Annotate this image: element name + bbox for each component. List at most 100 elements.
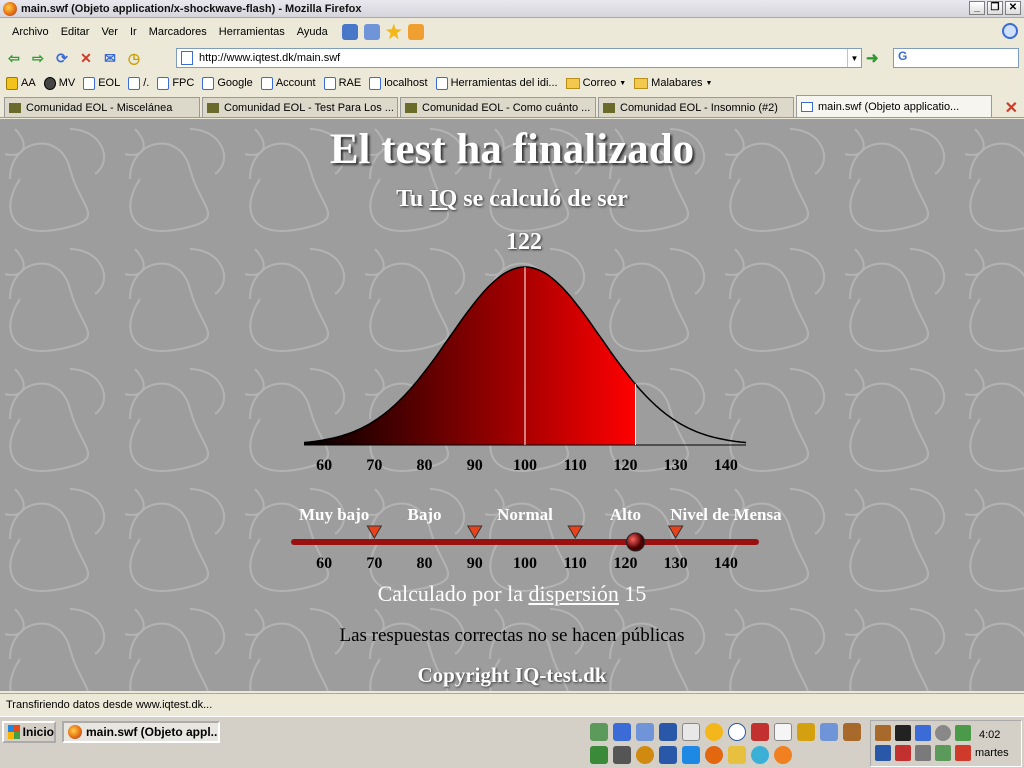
mail-icon[interactable]: ✉ (100, 49, 120, 67)
quicklaunch-app-icon[interactable] (728, 746, 746, 764)
slider-tick-label: 140 (714, 555, 738, 572)
excel-icon[interactable] (590, 746, 608, 764)
taskbar-firefox-window[interactable]: main.swf (Objeto appl... (62, 721, 220, 743)
tray-app-icon[interactable] (915, 745, 931, 761)
tray-app-icon[interactable] (955, 745, 971, 761)
category-boundary-marker (466, 525, 483, 539)
desktop-icon[interactable] (636, 723, 654, 741)
quicklaunch-app-icon[interactable] (797, 723, 815, 741)
reload-icon[interactable]: ⟳ (52, 49, 72, 67)
print-icon[interactable] (341, 23, 358, 40)
menu-editar[interactable]: Editar (55, 26, 96, 38)
quicklaunch-app-icon[interactable] (728, 723, 746, 741)
bookmark-herramientas[interactable]: Herramientas del idi... (435, 76, 558, 90)
tray-app-icon[interactable] (875, 745, 891, 761)
menu-marcadores[interactable]: Marcadores (143, 26, 213, 38)
menu-toolbar-icons (341, 23, 424, 40)
clock[interactable]: 4:02 (979, 729, 1000, 741)
tray-app-icon[interactable] (955, 725, 971, 741)
quicklaunch-app-icon[interactable] (659, 723, 677, 741)
answers-note: Las respuestas correctas no se hacen púb… (339, 625, 685, 646)
quicklaunch-app-icon[interactable] (843, 723, 861, 741)
search-engine-icon[interactable]: G (898, 49, 907, 63)
start-button[interactable]: Inicio (2, 721, 56, 743)
search-box[interactable]: G (893, 48, 1019, 68)
history-icon[interactable]: ◷ (124, 49, 144, 67)
tray-app-icon[interactable] (915, 725, 931, 741)
tray-app-icon[interactable] (935, 725, 951, 741)
ie-icon[interactable] (613, 723, 631, 741)
star-icon[interactable] (385, 23, 402, 40)
tray-app-icon[interactable] (935, 745, 951, 761)
bookmark-account[interactable]: Account (260, 76, 316, 90)
firefox-icon (3, 1, 17, 16)
menu-ir[interactable]: Ir (124, 26, 143, 38)
flash-content[interactable]: El test ha finalizado Tu IQ se calculó d… (0, 119, 1024, 691)
go-arrow-icon[interactable]: ➜ (866, 49, 879, 67)
url-dropdown-icon[interactable]: ▼ (847, 49, 861, 67)
quicklaunch-app-icon[interactable] (682, 746, 700, 764)
quicklaunch-app-icon[interactable] (590, 723, 608, 741)
taskbar: Inicio main.swf (Objeto appl... 4:02 mar… (0, 716, 1024, 768)
bookmark-eol[interactable]: EOL (83, 76, 120, 90)
quicklaunch-app-icon[interactable] (659, 746, 677, 764)
bookmark-folder-correo[interactable]: Correo ▼ (565, 77, 626, 89)
stop-icon[interactable]: ✕ (76, 49, 96, 67)
menu-ayuda[interactable]: Ayuda (291, 26, 334, 38)
page-icon (181, 51, 193, 65)
dropdown-arrow-icon: ▼ (705, 79, 713, 87)
minimize-button[interactable]: _ (969, 1, 985, 15)
close-tab-icon[interactable]: ✕ (1005, 98, 1018, 118)
page-icon (202, 76, 215, 90)
url-bar[interactable]: http://www.iqtest.dk/main.swf ▼ (176, 48, 862, 68)
tab-test-para-los[interactable]: Comunidad EOL - Test Para Los ... (202, 97, 398, 117)
bookmark-localhost[interactable]: localhost (369, 76, 428, 90)
bookmark-fpc[interactable]: FPC (157, 76, 194, 90)
quicklaunch-app-icon[interactable] (751, 723, 769, 741)
menu-archivo[interactable]: Archivo (6, 26, 55, 38)
bookmark-google[interactable]: Google (202, 76, 253, 90)
download-icon[interactable] (363, 23, 380, 40)
bookmark-slashdot[interactable]: /. (128, 76, 149, 90)
bookmark-rae[interactable]: RAE (323, 76, 361, 90)
slider-tick-label: 120 (613, 555, 637, 572)
back-arrow-icon[interactable]: ⇦ (4, 49, 24, 67)
maximize-button[interactable]: ❐ (987, 1, 1003, 15)
bookmark-mv[interactable]: MV (43, 76, 75, 90)
dispersion-link[interactable]: dispersión (528, 581, 618, 606)
media-player-icon[interactable] (705, 723, 723, 741)
quicklaunch-app-icon[interactable] (636, 746, 654, 764)
quicklaunch-app-icon[interactable] (820, 723, 838, 741)
tray-app-icon[interactable] (895, 725, 911, 741)
tray-app-icon[interactable] (875, 725, 891, 741)
classification-slider-track (291, 539, 759, 545)
day-label: martes (975, 747, 1009, 759)
tray-app-icon[interactable] (895, 745, 911, 761)
tab-miscelanea[interactable]: Comunidad EOL - Miscelánea (4, 97, 200, 117)
page-favicon-icon (801, 101, 813, 112)
menu-ver[interactable]: Ver (95, 26, 124, 38)
quicklaunch-app-icon[interactable] (774, 746, 792, 764)
bookmarks-toolbar: AA MV EOL /. FPC Google Account RAE loca… (0, 72, 1024, 94)
slider-tick-label: 90 (467, 555, 483, 572)
close-button[interactable]: ✕ (1005, 1, 1021, 15)
slider-tick-label: 110 (564, 555, 587, 572)
quicklaunch-app-icon[interactable] (751, 746, 769, 764)
copyright-text: Copyright IQ-test.dk (417, 663, 607, 687)
home-icon[interactable] (407, 23, 424, 40)
dispersion-value: 15 (624, 581, 647, 606)
notepad-icon[interactable] (774, 723, 792, 741)
menu-herramientas[interactable]: Herramientas (213, 26, 291, 38)
quicklaunch-app-icon[interactable] (613, 746, 631, 764)
tab-insomnio[interactable]: Comunidad EOL - Insomnio (#2) (598, 97, 794, 117)
tab-como-cuanto[interactable]: Comunidad EOL - Como cuánto ... (400, 97, 596, 117)
quicklaunch-app-icon[interactable] (682, 723, 700, 741)
system-tray: 4:02 martes (870, 720, 1022, 767)
firefox-icon[interactable] (705, 746, 723, 764)
url-text[interactable]: http://www.iqtest.dk/main.swf (199, 52, 340, 64)
bookmark-folder-malabares[interactable]: Malabares ▼ (634, 77, 712, 89)
bookmark-aa[interactable]: AA (6, 76, 36, 90)
forward-arrow-icon[interactable]: ⇨ (28, 49, 48, 67)
tab-main-swf[interactable]: main.swf (Objeto applicatio... (796, 95, 992, 117)
menu-bar: Archivo Editar Ver Ir Marcadores Herrami… (0, 19, 1024, 44)
